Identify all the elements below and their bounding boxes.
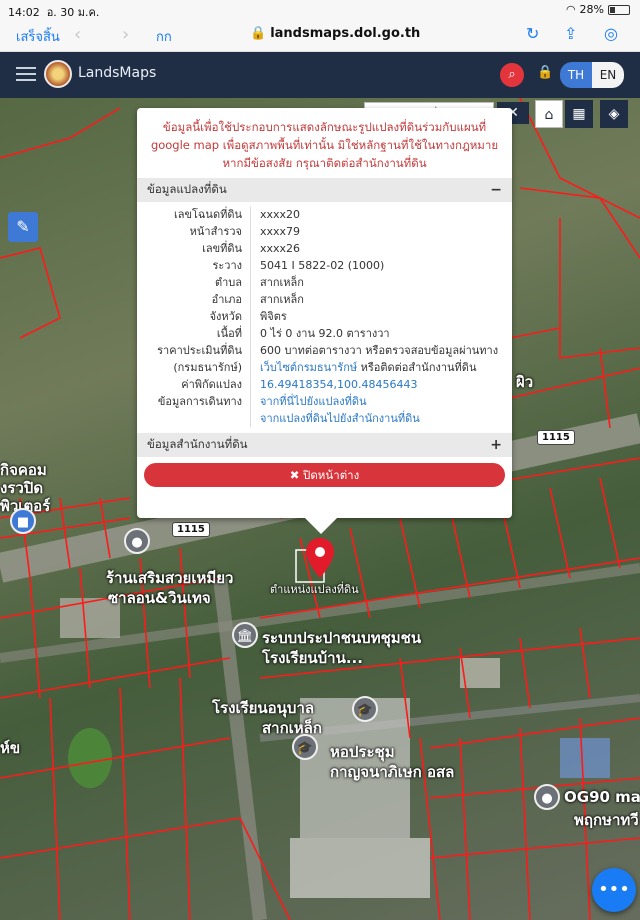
compass-icon[interactable]: ◎ — [604, 24, 618, 43]
home-icon[interactable]: ⌂ — [535, 100, 563, 128]
place-pin-icon[interactable]: ● — [534, 784, 560, 810]
search-icon[interactable]: ⌕ — [500, 63, 524, 87]
battery-percent: 28% — [579, 3, 604, 16]
info-row: ระวาง 5041 I 5822-02 (1000) — [212, 257, 385, 274]
info-row-travel-2: จากแปลงที่ดินไปยังสำนักงานที่ดิน — [137, 410, 512, 427]
info-row: เนื้อที่ 0 ไร่ 0 งาน 92.0 ตารางวา — [216, 325, 390, 342]
map-label: ผิว — [516, 373, 534, 391]
text-size-button[interactable]: กก — [156, 26, 172, 47]
forward-icon[interactable]: › — [122, 24, 129, 45]
more-options-button[interactable]: ••• — [592, 868, 636, 912]
info-row: เลขที่ดิน xxxx26 — [202, 240, 301, 257]
share-icon[interactable]: ⇪ — [564, 24, 577, 43]
language-toggle: TH EN — [560, 62, 624, 88]
section-title: ข้อมูลแปลงที่ดิน — [147, 182, 227, 196]
map-view[interactable]: ค้นหาสถานที่สำคัญ ✕ ⌂ ▦ ◈ ✎ 1115 1115 กิ… — [0, 98, 640, 920]
map-label: พฤกษาทวี — [574, 811, 639, 829]
pin-label: ตำแหน่งแปลงที่ดิน — [270, 583, 359, 596]
layers-icon[interactable]: ◈ — [600, 100, 628, 128]
url-text: landsmaps.dol.go.th — [270, 26, 421, 41]
reload-icon[interactable]: ↻ — [526, 24, 539, 43]
lang-en-button[interactable]: EN — [592, 62, 624, 88]
land-info-section-header[interactable]: ข้อมูลแปลงที่ดิน − — [137, 178, 512, 202]
collapse-icon[interactable]: − — [490, 182, 502, 198]
disclaimer-text: ข้อมูลนี้เพื่อใช้ประกอบการแสดงลักษณะรูปแ… — [150, 120, 499, 170]
land-info-table: เลขโฉนดที่ดิน xxxx20 หน้าสำรวจ xxxx79 เลขท… — [137, 202, 512, 431]
directions-to-office-link[interactable]: จากแปลงที่ดินไปยังสำนักงานที่ดิน — [260, 412, 420, 425]
coordinate-link[interactable]: 16.49418354,100.48456443 — [260, 378, 417, 391]
section-title: ข้อมูลสำนักงานที่ดิน — [147, 437, 248, 451]
menu-icon[interactable] — [16, 67, 36, 81]
grid-icon[interactable]: ▦ — [565, 100, 593, 128]
road-shield: 1115 — [172, 522, 210, 537]
info-row-dept: (กรมธนารักษ์) เว็บไซต์กรมธนารักษ์ หรือติด… — [173, 359, 477, 376]
map-label: ซาลอน&วินเทจ — [108, 589, 211, 607]
map-label: โรงเรียนบ้าน... — [262, 649, 363, 667]
school-icon[interactable]: 🎓 — [292, 734, 318, 760]
info-row: จังหวัด พิจิตร — [209, 308, 287, 325]
shopping-icon[interactable]: ■ — [10, 508, 36, 534]
info-row-coord: ค่าพิกัดแปลง 16.49418354,100.48456443 — [181, 376, 418, 393]
info-row: หน้าสำรวจ xxxx79 — [189, 223, 301, 240]
info-row: ตำบล สากเหล็ก — [214, 274, 304, 291]
lock-icon[interactable]: 🔒 — [537, 65, 553, 80]
map-label: ห์ข — [0, 739, 21, 757]
parcel-info-popup: ข้อมูลนี้เพื่อใช้ประกอบการแสดงลักษณะรูปแ… — [137, 108, 512, 534]
status-bar: 14:02 อ. 30 ม.ค. ◠ 28% — [0, 0, 640, 19]
info-row: เลขโฉนดที่ดิน xxxx20 — [174, 206, 301, 223]
battery-icon — [608, 4, 630, 15]
expand-icon[interactable]: + — [490, 437, 502, 453]
close-window-button[interactable]: ✖ ปิดหน้าต่าง — [144, 463, 505, 487]
place-pin-icon[interactable]: ● — [124, 528, 150, 554]
info-row-price: ราคาประเมินที่ดิน 600 บาทต่อตารางวา หรือต… — [157, 342, 499, 359]
school-icon[interactable]: 🎓 — [352, 696, 378, 722]
map-label: กาญจนาภิเษก อสล — [330, 763, 455, 781]
status-right: ◠ 28% — [566, 3, 630, 16]
lock-icon: 🔒 — [250, 26, 267, 41]
dol-logo — [44, 60, 72, 88]
app-header: LandsMaps ⌕ 🔒 TH EN — [0, 52, 640, 98]
treasury-website-link[interactable]: เว็บไซต์กรมธนารักษ์ — [260, 361, 357, 374]
info-row: อำเภอ สากเหล็ก — [211, 291, 304, 308]
government-building-icon[interactable]: 🏛 — [232, 622, 258, 648]
location-pin-icon[interactable] — [306, 538, 334, 578]
road-shield: 1115 — [537, 430, 575, 445]
map-label: OG90 mal — [564, 788, 640, 806]
done-button[interactable]: เสร็จสิ้น — [16, 26, 60, 47]
info-row-travel: ข้อมูลการเดินทาง จากที่นี่ไปยังแปลงที่ดิน — [157, 393, 367, 410]
office-info-section-header[interactable]: ข้อมูลสำนักงานที่ดิน + — [137, 433, 512, 457]
back-icon[interactable]: ‹ — [74, 24, 81, 45]
measure-tool-icon[interactable]: ✎ — [8, 212, 38, 242]
directions-to-parcel-link[interactable]: จากที่นี่ไปยังแปลงที่ดิน — [260, 395, 366, 408]
browser-toolbar: เสร็จสิ้น ‹ › กก 🔒 landsmaps.dol.go.th ↻ … — [0, 18, 640, 52]
address-bar[interactable]: 🔒 landsmaps.dol.go.th — [250, 26, 420, 41]
wifi-icon: ◠ — [565, 3, 576, 16]
app-title: LandsMaps — [78, 65, 157, 81]
lang-th-button[interactable]: TH — [560, 62, 592, 88]
